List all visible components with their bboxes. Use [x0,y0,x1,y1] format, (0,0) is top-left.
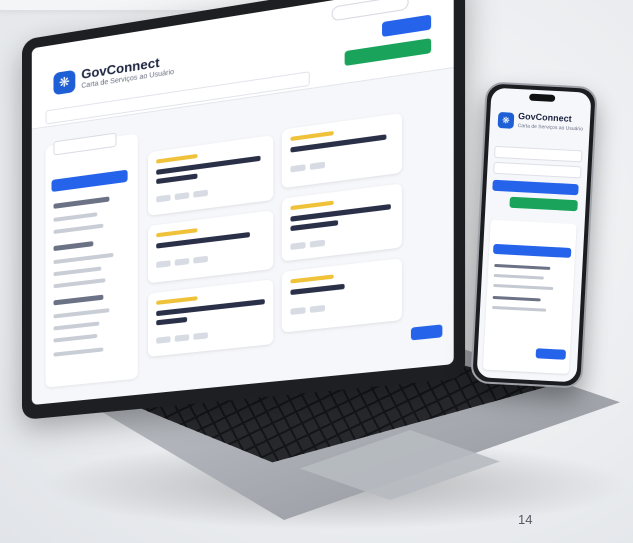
card-chip [310,240,325,248]
service-card[interactable] [148,210,273,283]
laptop-lid: ❋ GovConnect Carta de Serviços ao Usuári… [22,0,465,420]
sidebar-item[interactable] [53,308,109,318]
page-number: 14 [518,512,532,527]
card-tag [290,274,333,283]
card-chip [193,332,208,340]
phone-active-category[interactable] [493,244,571,258]
card-title [156,173,197,184]
card-chip [175,334,189,342]
phone-green-button[interactable] [509,197,577,212]
card-chip [156,260,170,268]
card-chip [193,256,208,264]
scene: ❋ GovConnect Carta de Serviços ao Usuári… [0,0,633,543]
card-tag [156,296,197,305]
phone-app-brand: GovConnect [518,111,572,124]
sidebar-group[interactable] [53,196,109,208]
primary-button[interactable] [382,15,431,38]
service-card[interactable] [148,135,273,216]
sidebar-group[interactable] [53,241,93,251]
sidebar-item[interactable] [53,321,99,330]
sidebar-item[interactable] [53,278,105,288]
sidebar-item[interactable] [53,334,97,343]
phone-fab[interactable] [536,348,566,360]
card-chip [156,195,170,203]
network-nodes-icon: ❋ [53,70,75,96]
network-nodes-icon: ❋ [498,112,515,129]
card-chip [310,162,325,170]
card-chip [290,242,305,250]
category-sidebar [46,134,138,388]
card-chip [193,190,208,198]
smartphone: ❋ GovConnect Carta de Serviços ao Usuári… [470,81,598,388]
card-tag [290,131,333,141]
card-chip [310,305,325,313]
phone-language-field[interactable] [494,146,583,163]
sidebar-item-active[interactable] [51,170,127,192]
service-card[interactable] [282,258,402,333]
laptop-screen: ❋ GovConnect Carta de Serviços ao Usuári… [32,0,454,405]
phone-app-subtitle: Carta de Serviços ao Usuário [518,123,584,132]
sidebar-group[interactable] [53,295,103,306]
card-title [156,317,187,326]
app-header: ❋ GovConnect Carta de Serviços ao Usuári… [32,0,454,130]
phone-category-item[interactable] [493,284,553,290]
service-card[interactable] [282,113,402,188]
phone-category-item[interactable] [493,296,541,302]
card-chip [290,307,305,315]
card-tag [156,228,197,237]
floating-action-button[interactable] [411,324,442,340]
phone-search-input[interactable] [493,162,582,179]
card-tag [290,201,333,211]
card-chip [175,192,189,200]
card-title [290,284,344,295]
sidebar-chip[interactable] [53,132,116,155]
sidebar-item[interactable] [53,212,97,222]
card-title [290,220,338,231]
phone-category-card [483,220,577,374]
phone-category-item[interactable] [492,306,546,312]
card-chip [156,336,170,344]
service-card[interactable] [148,279,273,357]
phone-primary-button[interactable] [492,180,578,195]
card-chip [290,164,305,172]
phone-notch [529,94,555,102]
phone-screen: ❋ GovConnect Carta de Serviços ao Usuári… [476,88,591,383]
sidebar-item[interactable] [53,347,103,356]
phone-category-item[interactable] [494,274,544,280]
sidebar-item[interactable] [53,266,101,276]
card-chip [175,258,189,266]
phone-category-item[interactable] [494,264,550,270]
language-selector[interactable] [332,0,409,22]
card-tag [156,154,197,164]
sidebar-item[interactable] [53,224,103,234]
secondary-green-button[interactable] [345,38,432,66]
sidebar-item[interactable] [53,253,113,264]
service-card[interactable] [282,183,402,261]
